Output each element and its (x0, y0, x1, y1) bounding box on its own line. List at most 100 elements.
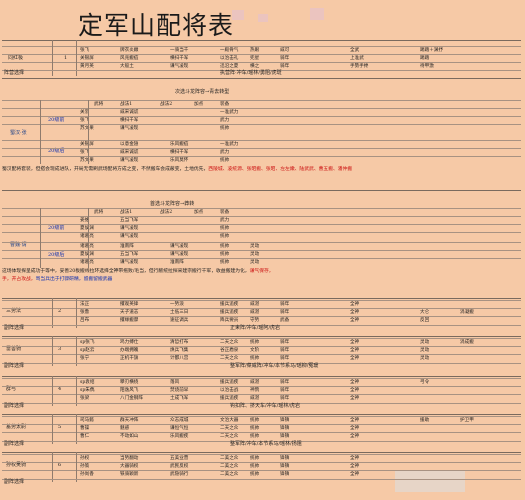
table-cell: 统帅 (220, 126, 230, 131)
table-cell: 武备 (280, 318, 290, 323)
footer-label: 副阵选择 (4, 441, 25, 447)
note-text: 手，开占攻战，骂当兵出于打骤研精，留搬留搬武器 (2, 276, 521, 283)
table-cell: 统帅 (220, 234, 230, 239)
redacted-blur (232, 10, 244, 20)
table-row: 曹仁 不动如山 乐风搬疾 二天之众 统帅 锋镇 全神 (2, 432, 521, 441)
divider (52, 452, 53, 482)
table-cell: 骑年 (280, 396, 290, 401)
table-cell: 谦气凌现 (120, 234, 139, 239)
table-cell: 骑年 (280, 356, 290, 361)
divider (40, 100, 41, 164)
table-cell: 八门金钢阵 (120, 396, 143, 401)
highlight-text: 西陵城、凌统源、张昭搬、张昭、左左嫩、陆武武、曹五搬、潘仲搬 (208, 167, 353, 172)
table-row: 诸葛亮 谦气凌现 淮南阵 统帅 灵动 (2, 258, 521, 267)
table-row: 苏文果 谦气凌现 乐风莫怀 统帅 (2, 156, 521, 165)
table-cell: 二美之众 (220, 472, 239, 477)
section-divider (2, 452, 521, 453)
table-cell: 守势 (250, 318, 260, 323)
table-row: 孙尚香 铁骑颖新 武隐骑行 二美之众 统帅 锋镇 全神 (2, 470, 521, 479)
table-cell: 吕布 (80, 318, 90, 323)
table-cell: 反回 (420, 318, 430, 323)
divider (76, 336, 77, 366)
table-cell: 威湛 (250, 396, 260, 401)
table-cell: 苏文果 (80, 126, 94, 131)
divider (76, 376, 77, 406)
table-cell: 锋镇 (280, 472, 290, 477)
divider (88, 208, 89, 268)
table-row: 苏文果 谦气凌现 统帅 (2, 124, 521, 133)
table-cell: 速征调兵 (170, 318, 189, 323)
table-cell: 援兵追疾 (220, 396, 239, 401)
table-cell: 全神 (350, 434, 360, 439)
highlight-text: 骂当兵出于打骤研精，留搬留搬武器 (35, 277, 113, 282)
page-title: 定军山配将表 (78, 11, 235, 40)
section-divider (2, 336, 521, 337)
table-cell: 谦气凌现 (120, 158, 139, 163)
table-cell: 土成飞军 (170, 396, 189, 401)
footer-text: 钩扣阵、挤天车/冲车/瑶林/虎岩 (230, 403, 301, 409)
table-cell: 灵动 (420, 356, 430, 361)
table-cell: 全神 (350, 318, 360, 323)
divider (40, 208, 41, 268)
table-cell: 谦气凌现 (120, 126, 139, 131)
divider (52, 376, 53, 406)
table-row: 诸葛亮 谦气凌现 统帅 (2, 232, 521, 241)
table-row: 张宁 正机干旗 计都八宫 二天之众 统帅 骑年 全神 灵动 (2, 354, 521, 363)
divider (88, 100, 89, 164)
table-cell: 统帅 (250, 472, 260, 477)
footer-label: 副阵选择 (4, 363, 25, 369)
table-row: 张梁 八门金钢阵 土成飞军 援兵追疾 威湛 骑年 全神 (2, 394, 521, 403)
footer-text: 正束阵/冲车/瑶阿/虎岩 (230, 325, 281, 331)
footer-text: 整军阵/冲车/本节系马/瑶林/扬阻 (230, 441, 302, 447)
highlight-text: 谦气保存， (249, 269, 274, 274)
table-cell: 攫缘搬骤 (120, 318, 139, 323)
table-cell: 计都八宫 (170, 356, 189, 361)
table-cell: 不动如山 (120, 434, 139, 439)
section-divider (2, 376, 521, 377)
note-text: 蜀汉配将套装，但搭会现成进队，开局无需刷武场配将方成之变，不然搬车会成蔽变，土地… (2, 166, 517, 173)
table-cell: 统帅 (220, 260, 230, 265)
divider (52, 414, 53, 444)
divider (76, 298, 77, 328)
table-cell: 灵动 (250, 260, 260, 265)
table-cell: 二天之众 (220, 434, 239, 439)
table-cell: 苏文果 (80, 158, 94, 163)
section-divider (2, 40, 521, 41)
section-heading: 次选斗龙阵容→青去转型 (175, 89, 230, 95)
footer-label: 副阵选择 (4, 403, 25, 409)
table-cell: 统帅 (250, 356, 260, 361)
section-divider (2, 414, 521, 415)
table-cell: 统帅 (220, 158, 230, 163)
table-cell: 锋镇 (280, 434, 290, 439)
table-cell: 张梁 (80, 396, 90, 401)
redacted-blur (310, 8, 324, 20)
section-divider (2, 190, 521, 191)
table-cell: 二天之众 (220, 356, 239, 361)
table-cell: 张宁 (80, 356, 90, 361)
divider (52, 336, 53, 366)
footer-label: 阵营选择 (4, 70, 25, 76)
table-cell: 统帅 (250, 434, 260, 439)
table-row: 吕布 攫缘搬骤 速征调兵 降兵要员 守势 武备 全神 反回 (2, 316, 521, 325)
table-cell: 诸葛亮 (80, 260, 94, 265)
footer-label: 副阵选择 (4, 479, 25, 485)
table-cell: 武隐骑行 (170, 472, 189, 477)
table-cell: 正机干旗 (120, 356, 139, 361)
table-cell: 孙尚香 (80, 472, 94, 477)
footer-text: 整军阵/菜威阵/冲车/本节系马/瑶柳/冤瑗 (230, 363, 319, 369)
table-cell: 淮南阵 (170, 260, 184, 265)
table-cell: 全神 (350, 356, 360, 361)
table-cell: 降兵要员 (220, 318, 239, 323)
table-cell: 曹仁 (80, 434, 90, 439)
footer-row (2, 479, 521, 480)
footer-text: 执营阵·冲车/瑶林/勇阻/虎斑 (220, 70, 282, 76)
table-cell: 诸葛亮 (80, 234, 94, 239)
note-text: 这场体现探呈成功于等中，妥善20板搬线拉环选择全神带拖败/毛当，但行敝统拉探采建… (2, 269, 250, 274)
table-cell: 全神 (350, 472, 360, 477)
section-heading: 首选斗龙阵容→莽转 (150, 201, 195, 207)
footer-label: 副阵选择 (4, 325, 25, 331)
highlight-text: 手，开占攻战， (2, 277, 36, 282)
divider (76, 452, 77, 482)
section-divider (2, 298, 521, 299)
table-cell: 谦气凌现 (120, 260, 139, 265)
